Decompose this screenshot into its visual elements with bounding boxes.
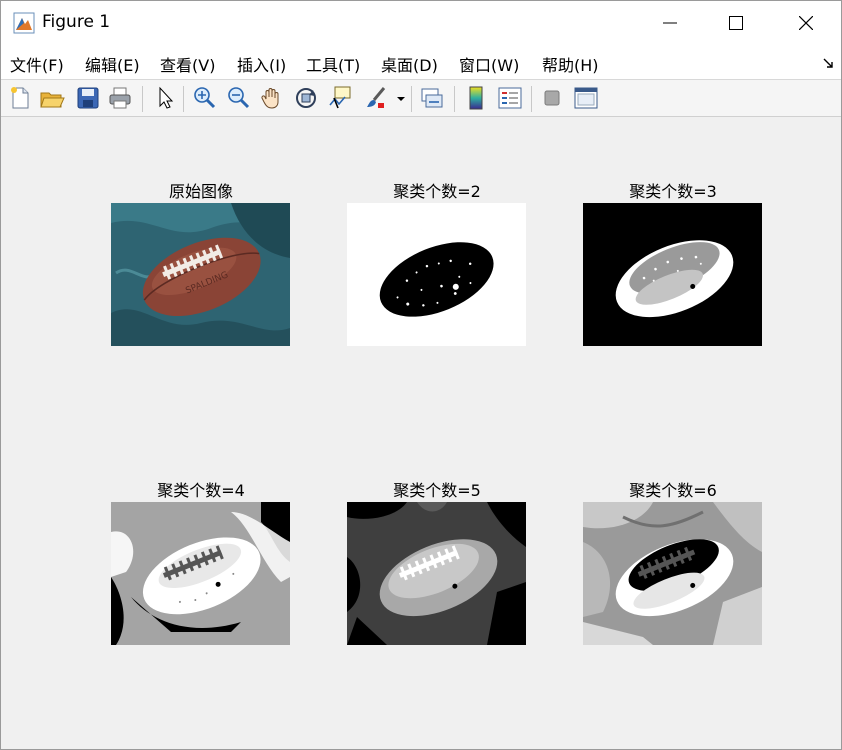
save-icon[interactable] bbox=[75, 85, 101, 111]
title-bar: Figure 1 bbox=[1, 1, 841, 45]
toolbar bbox=[1, 80, 841, 117]
hide-plot-tools-icon[interactable] bbox=[539, 85, 565, 111]
subplot-title-original: 原始图像 bbox=[168, 182, 233, 201]
cluster-5-image bbox=[347, 502, 526, 645]
maximize-icon bbox=[729, 16, 743, 30]
menu-tools[interactable]: 工具(T) bbox=[306, 52, 360, 76]
show-plot-tools-icon[interactable] bbox=[573, 85, 599, 111]
link-plot-icon[interactable] bbox=[419, 85, 445, 111]
subplot-title-k4: 聚类个数=4 bbox=[157, 481, 245, 500]
zoom-in-icon[interactable] bbox=[191, 85, 217, 111]
colorbar-icon[interactable] bbox=[463, 85, 489, 111]
cluster-3-image bbox=[583, 203, 762, 346]
cluster-2-image bbox=[347, 203, 526, 346]
minimize-icon bbox=[663, 22, 677, 24]
maximize-button[interactable] bbox=[713, 1, 759, 45]
close-button[interactable] bbox=[783, 1, 829, 45]
matlab-figure-icon bbox=[13, 12, 35, 34]
menu-bar: 文件(F) 编辑(E) 查看(V) 插入(I) 工具(T) 桌面(D) 窗口(W… bbox=[1, 45, 841, 80]
brush-dropdown-icon[interactable] bbox=[394, 85, 408, 111]
subplot-title-k5: 聚类个数=5 bbox=[393, 481, 481, 500]
original-football-image: SPALDING bbox=[111, 203, 290, 346]
legend-icon[interactable] bbox=[497, 85, 523, 111]
zoom-out-icon[interactable] bbox=[225, 85, 251, 111]
menu-view[interactable]: 查看(V) bbox=[160, 52, 215, 76]
subplot-title-k2: 聚类个数=2 bbox=[393, 182, 481, 201]
new-figure-icon[interactable] bbox=[7, 85, 33, 111]
menu-file[interactable]: 文件(F) bbox=[10, 52, 64, 76]
data-cursor-icon[interactable] bbox=[327, 85, 353, 111]
pan-hand-icon[interactable] bbox=[259, 85, 285, 111]
toolbar-separator bbox=[454, 86, 455, 112]
close-icon bbox=[799, 16, 813, 30]
menu-edit[interactable]: 编辑(E) bbox=[85, 52, 140, 76]
toolbar-separator bbox=[531, 86, 532, 112]
rotate-3d-icon[interactable] bbox=[293, 85, 319, 111]
open-file-icon[interactable] bbox=[39, 85, 65, 111]
minimize-button[interactable] bbox=[647, 1, 693, 45]
menu-help[interactable]: 帮助(H) bbox=[542, 52, 599, 76]
toolbar-separator bbox=[183, 86, 184, 112]
subplot-title-k6: 聚类个数=6 bbox=[629, 481, 717, 500]
subplot-title-k3: 聚类个数=3 bbox=[629, 182, 717, 201]
menu-window[interactable]: 窗口(W) bbox=[459, 52, 519, 76]
window-title: Figure 1 bbox=[42, 12, 111, 32]
cluster-6-image bbox=[583, 502, 762, 645]
toolbar-separator bbox=[411, 86, 412, 112]
menu-desktop[interactable]: 桌面(D) bbox=[381, 52, 438, 76]
brush-icon[interactable] bbox=[363, 85, 389, 111]
print-icon[interactable] bbox=[107, 85, 133, 111]
figure-window: Figure 1 文件(F) 编辑(E) 查看(V) 插入(I) 工具(T) 桌… bbox=[0, 0, 842, 750]
toolbar-separator bbox=[142, 86, 143, 112]
pointer-icon[interactable] bbox=[153, 85, 179, 111]
dock-arrow-icon[interactable] bbox=[823, 58, 835, 70]
cluster-4-image bbox=[111, 502, 290, 645]
menu-insert[interactable]: 插入(I) bbox=[237, 52, 286, 76]
